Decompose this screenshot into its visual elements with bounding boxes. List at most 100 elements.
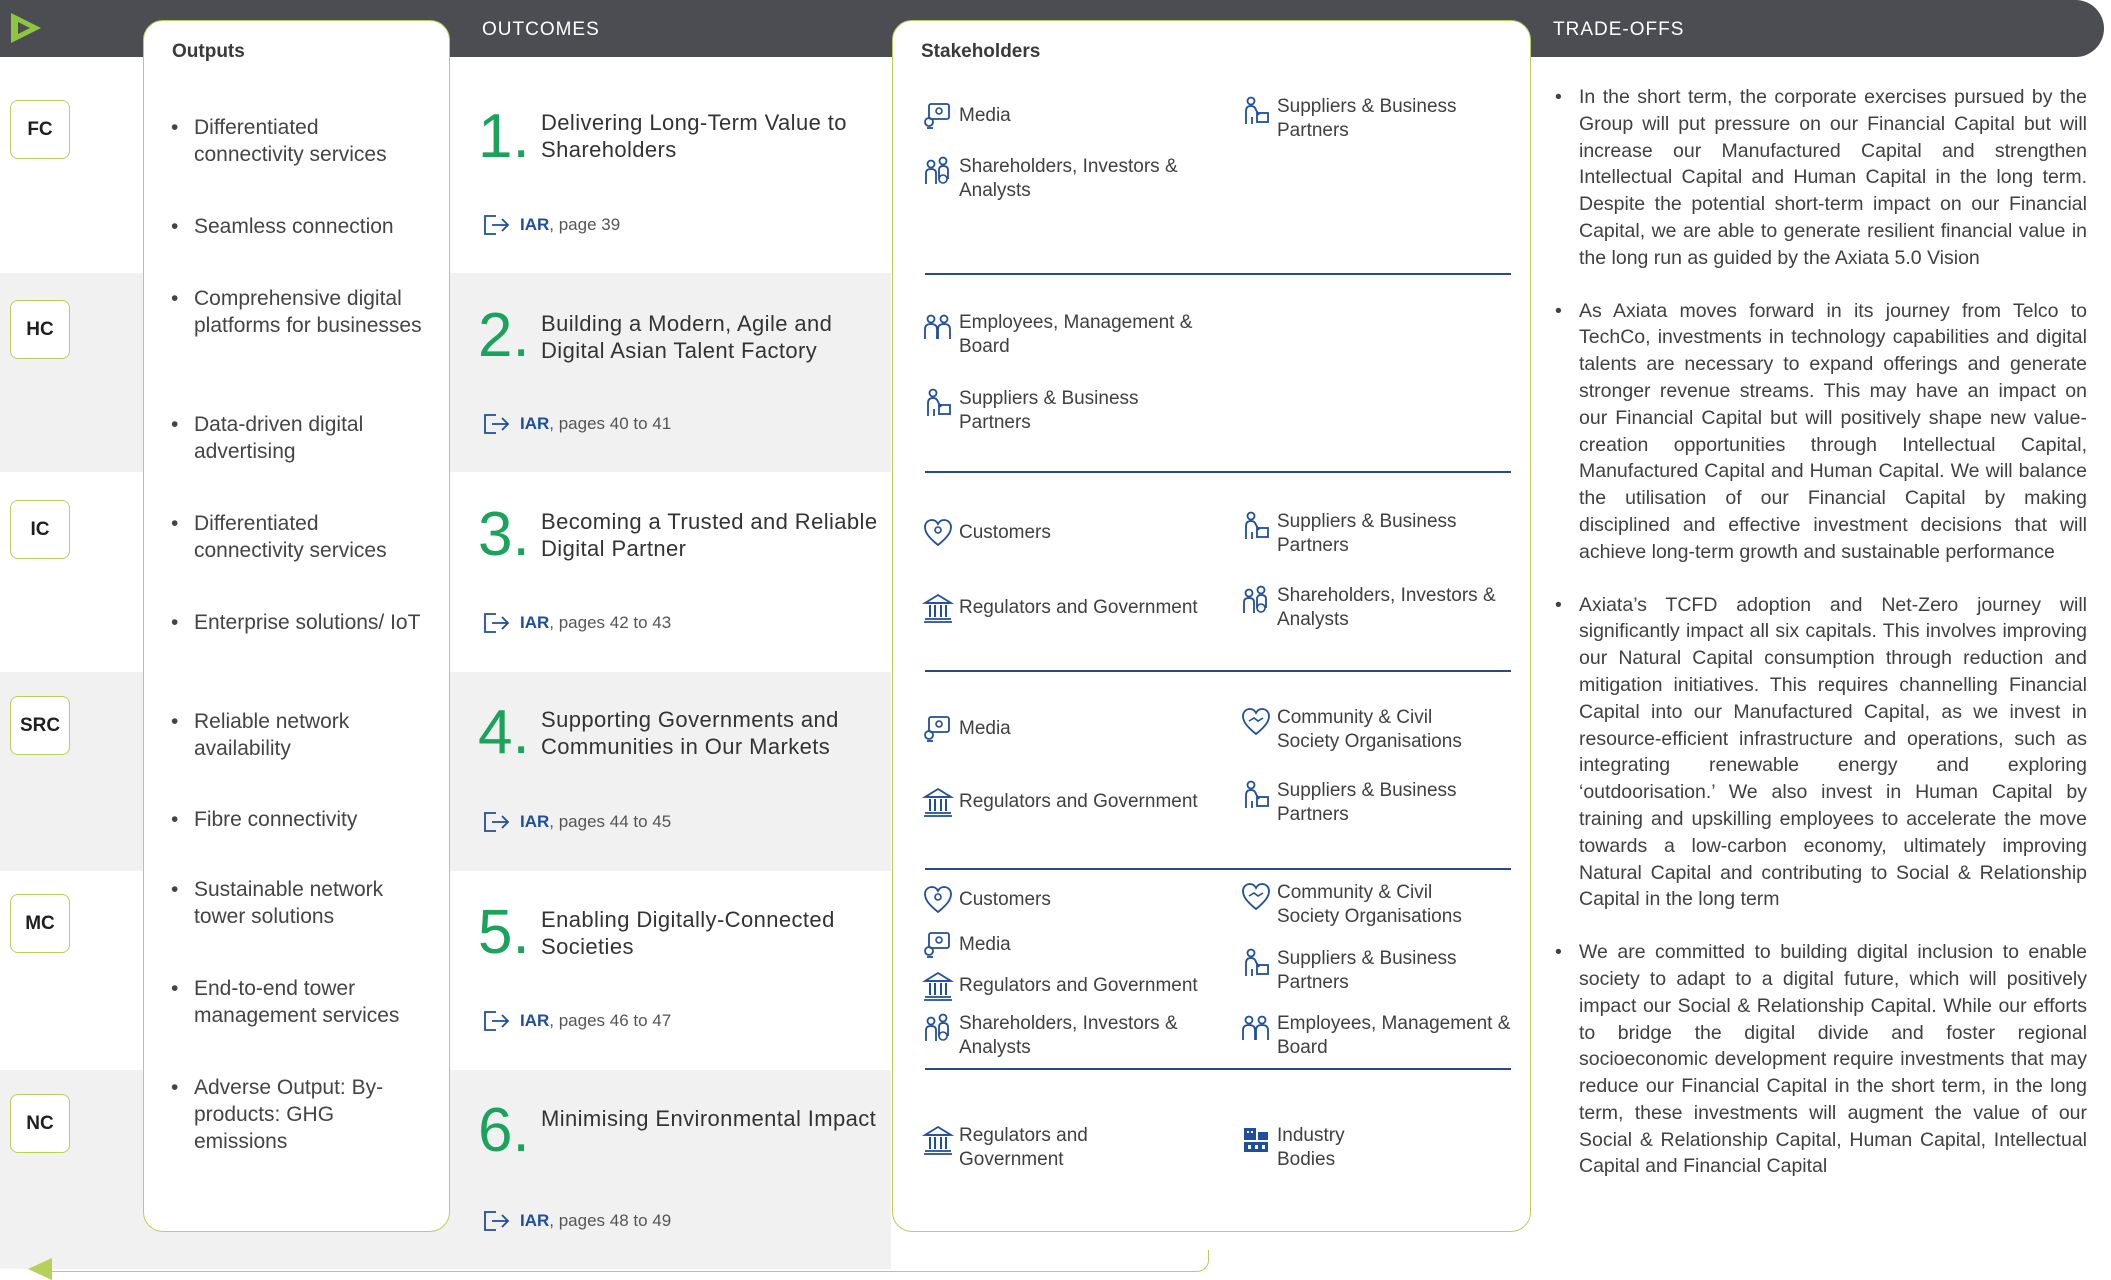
regulators-icon — [922, 970, 954, 1002]
iar-label: IAR — [520, 414, 550, 433]
iar-pages: , pages 48 to 49 — [549, 1211, 672, 1230]
stakeholder-label: Customers — [959, 889, 1051, 910]
iar-reference-link[interactable]: IAR, pages 44 to 45 — [482, 810, 671, 834]
stakeholder-label: Suppliers & Business Partners — [959, 388, 1139, 433]
outcome-title: Building a Modern, Agile and Digital Asi… — [541, 311, 833, 363]
iar-label: IAR — [520, 613, 550, 632]
outcome-number: 2. — [478, 301, 530, 370]
stakeholder-label: Regulators and Government — [959, 975, 1198, 996]
iar-reference-link[interactable]: IAR, pages 42 to 43 — [482, 611, 671, 635]
iar-reference-link[interactable]: IAR, pages 48 to 49 — [482, 1209, 671, 1233]
stakeholder-label: Regulators and Government — [959, 1125, 1088, 1170]
iar-label: IAR — [520, 1011, 550, 1030]
outcome-title: Minimising Environmental Impact — [541, 1106, 877, 1131]
outcome-title: Delivering Long-Term Value to Shareholde… — [541, 110, 847, 162]
capital-badge-mc: MC — [10, 894, 70, 953]
stakeholder-label: Regulators and Government — [959, 791, 1198, 812]
play-arrow-icon — [11, 13, 41, 43]
suppliers-icon — [1240, 510, 1272, 542]
community-icon — [1240, 706, 1272, 738]
stakeholder-suppliers: Suppliers & Business Partners — [1240, 779, 1477, 827]
stakeholder-media: Media — [922, 929, 1149, 961]
iar-pages: , pages 46 to 47 — [549, 1011, 672, 1030]
tradeoffs-heading: TRADE-OFFS — [1553, 19, 1685, 40]
capital-badge-ic: IC — [10, 500, 70, 559]
stakeholder-label: Community & Civil Society Organisations — [1277, 707, 1462, 752]
stakeholder-industry: Industry Bodies — [1240, 1124, 1367, 1172]
stakeholder-label: Employees, Management & Board — [959, 312, 1193, 357]
outcome-number: 6. — [478, 1096, 530, 1165]
stakeholder-regulators: Regulators and Government — [922, 1124, 1129, 1172]
stakeholder-label: Regulators and Government — [959, 597, 1198, 618]
stakeholder-label: Suppliers & Business Partners — [1277, 948, 1457, 993]
capital-badge-src: SRC — [10, 696, 70, 755]
outcome-number: 4. — [478, 698, 530, 767]
group-divider — [925, 1068, 1511, 1070]
group-divider — [925, 471, 1511, 473]
stakeholder-label: Shareholders, Investors & Analysts — [1277, 585, 1496, 630]
iar-reference-link[interactable]: IAR, page 39 — [482, 213, 620, 237]
arrow-right-box-icon — [484, 1011, 510, 1031]
bottom-connector-line — [40, 1250, 1209, 1272]
suppliers-icon — [1240, 95, 1272, 127]
tradeoff-item: Axiata’s TCFD adoption and Net-Zero jour… — [1553, 592, 2087, 914]
shareholders-icon — [922, 155, 954, 187]
stakeholder-community: Community & Civil Society Organisations — [1240, 881, 1487, 929]
shareholders-icon — [1240, 584, 1272, 616]
arrow-right-box-icon — [484, 414, 510, 434]
arrow-right-box-icon — [484, 1211, 510, 1231]
output-item: Reliable network availability — [168, 708, 426, 762]
stakeholder-label: Suppliers & Business Partners — [1277, 96, 1457, 141]
regulators-icon — [922, 786, 954, 818]
stakeholder-label: Media — [959, 934, 1011, 955]
media-icon — [922, 929, 954, 961]
iar-reference-link[interactable]: IAR, pages 40 to 41 — [482, 412, 671, 436]
stakeholder-community: Community & Civil Society Organisations — [1240, 706, 1487, 754]
regulators-icon — [922, 592, 954, 624]
output-item: Fibre connectivity — [168, 806, 426, 833]
tradeoff-item: As Axiata moves forward in its journey f… — [1553, 298, 2087, 566]
back-arrow-icon — [28, 1258, 52, 1280]
output-item: Comprehensive digital platforms for busi… — [168, 285, 426, 339]
capital-badge-fc: FC — [10, 100, 70, 159]
tradeoff-item: We are committed to building digital inc… — [1553, 939, 2087, 1180]
group-divider — [925, 670, 1511, 672]
media-icon — [922, 100, 954, 132]
stakeholder-shareholders: Shareholders, Investors & Analysts — [922, 1012, 1189, 1060]
iar-pages: , pages 44 to 45 — [549, 812, 672, 831]
customers-icon — [922, 517, 954, 549]
iar-reference-link[interactable]: IAR, pages 46 to 47 — [482, 1009, 671, 1033]
output-item: Differentiated connectivity services — [168, 510, 426, 564]
stakeholder-customers: Customers — [922, 884, 1149, 916]
stakeholder-employees: Employees, Management & Board — [1240, 1012, 1517, 1060]
outcome-title: Becoming a Trusted and Reliable Digital … — [541, 509, 878, 561]
stakeholder-label: Media — [959, 718, 1011, 739]
group-divider — [925, 868, 1511, 870]
stakeholder-employees: Employees, Management & Board — [922, 311, 1199, 359]
iar-label: IAR — [520, 812, 550, 831]
media-icon — [922, 713, 954, 745]
arrow-right-box-icon — [484, 613, 510, 633]
arrow-right-box-icon — [484, 215, 510, 235]
output-item: Enterprise solutions/ IoT — [168, 609, 426, 636]
employees-icon — [922, 311, 954, 343]
output-item: Sustainable network tower solutions — [168, 876, 426, 930]
suppliers-icon — [922, 387, 954, 419]
stakeholder-regulators: Regulators and Government — [922, 592, 1219, 624]
stakeholder-label: Employees, Management & Board — [1277, 1013, 1511, 1058]
stakeholder-label: Shareholders, Investors & Analysts — [959, 156, 1178, 201]
output-item: Data-driven digital advertising — [168, 411, 426, 465]
suppliers-icon — [1240, 779, 1272, 811]
stakeholder-label: Suppliers & Business Partners — [1277, 511, 1457, 556]
iar-pages: , pages 40 to 41 — [549, 414, 672, 433]
stakeholder-suppliers: Suppliers & Business Partners — [922, 387, 1159, 435]
stakeholder-media: Media — [922, 713, 1149, 745]
regulators-icon — [922, 1124, 954, 1156]
outcomes-heading: OUTCOMES — [482, 19, 600, 40]
customers-icon — [922, 884, 954, 916]
outcome-title: Supporting Governments and Communities i… — [541, 707, 839, 759]
iar-pages: , page 39 — [549, 215, 621, 234]
community-icon — [1240, 881, 1272, 913]
stakeholder-label: Shareholders, Investors & Analysts — [959, 1013, 1178, 1058]
stakeholder-shareholders: Shareholders, Investors & Analysts — [1240, 584, 1507, 632]
